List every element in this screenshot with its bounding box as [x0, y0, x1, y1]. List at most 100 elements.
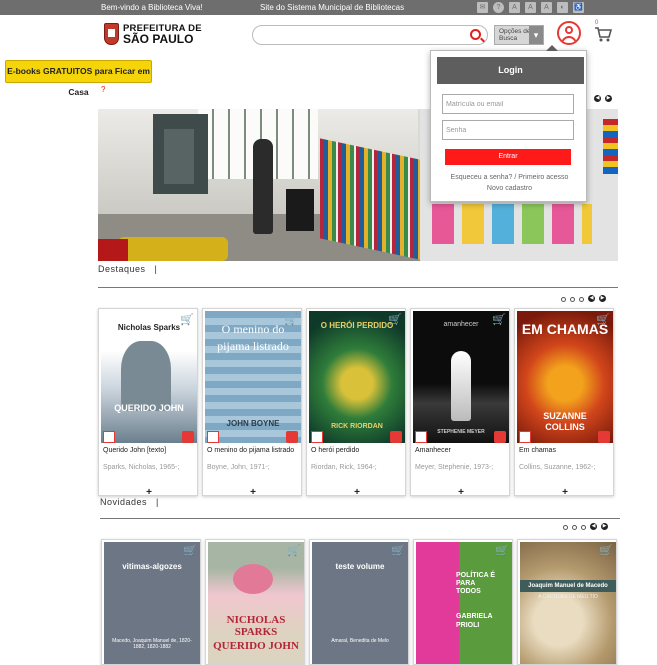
- book-card[interactable]: POLÍTICA É PARA TODOS GABRIELA PRIOLI 🛒: [413, 539, 513, 665]
- font-default-icon[interactable]: A: [525, 2, 536, 13]
- add-to-cart-icon[interactable]: 🛒: [492, 314, 506, 326]
- book-card[interactable]: EM CHAMAS SUZANNE COLLINS 🛒 Em chamas Co…: [514, 308, 614, 496]
- carousel-prev-icon[interactable]: ◀: [588, 295, 595, 302]
- add-to-cart-icon[interactable]: 🛒: [599, 545, 613, 557]
- contrast-icon[interactable]: ◐: [557, 2, 568, 13]
- red-marker: ?: [101, 85, 106, 94]
- add-to-cart-icon[interactable]: 🛒: [391, 545, 405, 557]
- book-title[interactable]: Em chamas: [519, 447, 611, 455]
- book-title[interactable]: O menino do pijama listrado: [207, 447, 299, 455]
- novidades-carousel-controls: ◀ ▶: [563, 523, 608, 530]
- cover-text: QUERIDO JOHN: [114, 403, 184, 413]
- coat-of-arms-icon: [104, 23, 119, 45]
- cart-button[interactable]: 0: [594, 20, 613, 42]
- book-author: Collins, Suzanne, 1962-;: [519, 464, 596, 471]
- book-card[interactable]: O menino do pijama listrado JOHN BOYNE 🛒…: [202, 308, 302, 496]
- accessibility-toolbar: ✉ ? A A A ◐ ♿: [477, 2, 584, 13]
- search-options-button[interactable]: Opções de Busca ▾: [494, 25, 544, 45]
- carousel-prev-icon[interactable]: ◀: [590, 523, 597, 530]
- cover-text: A CARTEIRA DE MEU TIO: [538, 594, 598, 600]
- book-card[interactable]: O HERÓI PERDIDO RICK RIORDAN 🛒 O herói p…: [306, 308, 406, 496]
- user-field[interactable]: [442, 94, 574, 114]
- carousel-next-icon[interactable]: ▶: [599, 295, 606, 302]
- password-field[interactable]: [442, 120, 574, 140]
- font-increase-icon[interactable]: A: [541, 2, 552, 13]
- carousel-page-dot[interactable]: [579, 296, 584, 302]
- destaques-carousel-controls: ◀ ▶: [561, 295, 606, 302]
- prefeitura-logo[interactable]: PREFEITURA DE SÃO PAULO: [104, 23, 202, 45]
- cover-text: QUERIDO JOHN: [213, 640, 299, 652]
- book-title[interactable]: Querido John [texto]: [103, 447, 195, 455]
- book-card[interactable]: amanhecer STEPHENIE MEYER 🛒 Amanhecer Me…: [410, 308, 510, 496]
- font-decrease-icon[interactable]: A: [509, 2, 520, 13]
- carousel-page-dot[interactable]: [561, 296, 566, 302]
- more-details-icon[interactable]: +: [411, 487, 509, 495]
- book-cover[interactable]: EM CHAMAS SUZANNE COLLINS: [517, 311, 613, 443]
- search-icon[interactable]: [470, 29, 481, 40]
- bookmark-icon[interactable]: [598, 431, 610, 443]
- book-author: Sparks, Nicholas, 1965-;: [103, 464, 180, 471]
- login-submit-button[interactable]: Entrar: [445, 149, 571, 165]
- book-cover[interactable]: amanhecer STEPHENIE MEYER: [413, 311, 509, 443]
- add-to-cart-icon[interactable]: 🛒: [183, 545, 197, 557]
- book-type-icon: [207, 431, 219, 443]
- book-card[interactable]: vitimas-algozes Macedo, Joaquim Manuel d…: [101, 539, 201, 665]
- new-account-link[interactable]: Novo cadastro: [431, 185, 588, 192]
- banner-prev-icon[interactable]: ◀: [594, 95, 601, 102]
- add-to-cart-icon[interactable]: 🛒: [180, 314, 194, 326]
- chevron-down-icon: ▾: [529, 26, 543, 44]
- bookmark-icon[interactable]: [286, 431, 298, 443]
- cover-text: Joaquim Manuel de Macedo: [520, 580, 616, 592]
- carousel-page-dot[interactable]: [572, 524, 577, 530]
- cover-text: vitimas-algozes: [122, 562, 182, 571]
- book-card[interactable]: teste volume Amaral, Benedita de Melo 🛒: [309, 539, 409, 665]
- bookmark-icon[interactable]: [390, 431, 402, 443]
- book-cover[interactable]: O HERÓI PERDIDO RICK RIORDAN: [309, 311, 405, 443]
- carousel-page-dot[interactable]: [563, 524, 568, 530]
- welcome-link[interactable]: Bem-vindo a Biblioteca Viva!: [101, 3, 203, 12]
- book-cover[interactable]: NICHOLAS SPARKS QUERIDO JOHN: [208, 542, 304, 664]
- ebooks-free-button[interactable]: E-books GRATUITOS para Ficar em Casa: [5, 60, 152, 97]
- site-link[interactable]: Site do Sistema Municipal de Bibliotecas: [260, 3, 404, 12]
- more-details-icon[interactable]: +: [203, 487, 301, 495]
- cover-text: JOHN BOYNE: [226, 419, 280, 428]
- more-details-icon[interactable]: +: [307, 487, 405, 495]
- book-cover[interactable]: O menino do pijama listrado JOHN BOYNE: [205, 311, 301, 443]
- forgot-password-link[interactable]: Esqueceu a senha? / Primeiro acesso: [431, 174, 588, 181]
- book-cover[interactable]: teste volume Amaral, Benedita de Melo: [312, 542, 408, 664]
- bookmark-icon[interactable]: [494, 431, 506, 443]
- user-account-icon[interactable]: [557, 21, 581, 45]
- bookmark-icon[interactable]: [182, 431, 194, 443]
- add-to-cart-icon[interactable]: 🛒: [596, 314, 610, 326]
- add-to-cart-icon[interactable]: 🛒: [388, 314, 402, 326]
- book-card[interactable]: NICHOLAS SPARKS QUERIDO JOHN 🛒: [205, 539, 305, 665]
- cart-count: 0: [595, 20, 599, 26]
- book-title[interactable]: Amanhecer: [415, 447, 507, 455]
- book-type-icon: [103, 431, 115, 443]
- book-cover[interactable]: POLÍTICA É PARA TODOS GABRIELA PRIOLI: [416, 542, 512, 664]
- book-card[interactable]: Joaquim Manuel de Macedo A CARTEIRA DE M…: [517, 539, 617, 665]
- carousel-next-icon[interactable]: ▶: [601, 523, 608, 530]
- add-to-cart-icon[interactable]: 🛒: [287, 545, 301, 557]
- more-details-icon[interactable]: +: [515, 487, 613, 495]
- book-title[interactable]: O herói perdido: [311, 447, 403, 455]
- carousel-page-dot[interactable]: [570, 296, 575, 302]
- add-to-cart-icon[interactable]: 🛒: [284, 314, 298, 326]
- carousel-page-dot[interactable]: [581, 524, 586, 530]
- destaques-title: Destaques: [98, 264, 146, 274]
- destaques-divider: [98, 287, 618, 288]
- book-author: Riordan, Rick, 1964-;: [311, 464, 377, 471]
- more-details-icon[interactable]: +: [99, 487, 197, 495]
- search-bar[interactable]: [252, 25, 488, 45]
- section-destaques: Destaques |: [98, 264, 157, 274]
- accessibility-icon[interactable]: ♿: [573, 2, 584, 13]
- add-to-cart-icon[interactable]: 🛒: [495, 545, 509, 557]
- mail-icon[interactable]: ✉: [477, 2, 488, 13]
- book-cover[interactable]: Nicholas Sparks QUERIDO JOHN: [101, 311, 197, 443]
- help-icon[interactable]: ?: [493, 2, 504, 13]
- banner-next-icon[interactable]: ▶: [605, 95, 612, 102]
- book-cover[interactable]: Joaquim Manuel de Macedo A CARTEIRA DE M…: [520, 542, 616, 664]
- book-cover[interactable]: vitimas-algozes Macedo, Joaquim Manuel d…: [104, 542, 200, 664]
- cover-text: Amaral, Benedita de Melo: [331, 638, 389, 644]
- book-card[interactable]: Nicholas Sparks QUERIDO JOHN 🛒 Querido J…: [98, 308, 198, 496]
